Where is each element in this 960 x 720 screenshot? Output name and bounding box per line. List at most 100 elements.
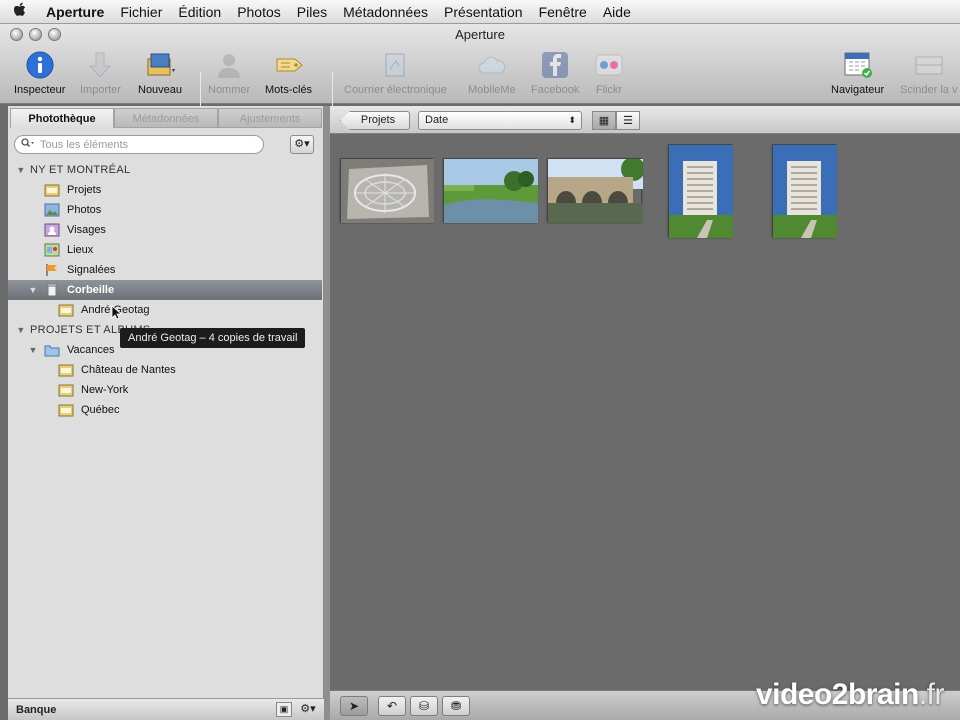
stone-bridge-image (548, 157, 645, 223)
library-sidebar: Photothèque Métadonnées Ajustements ⚙▾ ▼… (8, 106, 324, 720)
sidebar-item-chateau-de-nantes[interactable]: Château de Nantes (8, 360, 322, 380)
email-button[interactable]: Courrier électronique (344, 50, 447, 96)
menu-aide[interactable]: Aide (595, 4, 639, 20)
apple-menu-icon[interactable] (0, 2, 40, 22)
disclosure-triangle-icon[interactable]: ▼ (28, 285, 38, 295)
sort-value: Date (425, 114, 449, 126)
action-menu-button[interactable]: ⚙▾ (290, 135, 314, 154)
search-field[interactable] (14, 135, 264, 154)
back-to-projects-button[interactable]: Projets (340, 111, 410, 130)
sidebar-item-label: Château de Nantes (81, 364, 176, 376)
inspector-label: Inspecteur (14, 84, 66, 96)
flickr-icon (594, 50, 624, 80)
navigator-label: Navigateur (831, 84, 885, 96)
stamp-tool-icon[interactable]: ⛁ (410, 696, 438, 716)
sort-select[interactable]: Date ⬍ (418, 111, 582, 130)
project-box-icon (58, 383, 74, 397)
sidebar-item-trash[interactable]: ▼ Corbeille (8, 280, 322, 300)
keywords-label: Mots-clés (265, 84, 313, 96)
watermark-brand: video2brain (755, 678, 919, 711)
disclosure-triangle-icon[interactable]: ▼ (16, 165, 26, 175)
import-button[interactable]: Importer (80, 50, 121, 96)
view-mode-switch: ▦ ☰ (592, 111, 640, 130)
menu-piles[interactable]: Piles (289, 4, 335, 20)
lift-stamp-tool-icon[interactable]: ⛃ (442, 696, 470, 716)
apartment-tower-image (669, 145, 733, 238)
sidebar-item-label: Photos (67, 204, 102, 216)
sidebar-tabs: Photothèque Métadonnées Ajustements (10, 108, 322, 128)
library-header[interactable]: ▼ NY ET MONTRÉAL (8, 160, 322, 180)
flickr-label: Flickr (595, 84, 623, 96)
gear-icon: ⚙▾ (294, 138, 310, 150)
menu-edition[interactable]: Édition (170, 4, 229, 20)
rotate-tool-icon[interactable]: ↶ (378, 696, 406, 716)
sidebar-footer: Banque ▣ ⚙▾ (8, 698, 324, 720)
tag-icon (274, 50, 304, 80)
photo-thumbnail[interactable] (443, 158, 538, 223)
search-icon (21, 138, 35, 151)
sidebar-item-quebec[interactable]: Québec (8, 400, 322, 420)
menu-fichier[interactable]: Fichier (112, 4, 170, 20)
window-title: Aperture (455, 27, 505, 42)
navigator-button[interactable]: Navigateur (831, 50, 884, 96)
sidebar-item-places[interactable]: Lieux (8, 240, 322, 260)
search-input[interactable] (40, 138, 240, 151)
sidebar-item-label: Québec (81, 404, 120, 416)
sidebar-item-label: Visages (67, 224, 106, 236)
photo-thumbnail[interactable] (668, 144, 733, 238)
disclosure-triangle-icon[interactable]: ▼ (28, 345, 38, 355)
sidebar-item-projects[interactable]: Projets (8, 180, 322, 200)
import-label: Importer (80, 84, 121, 96)
sidebar-item-label: Lieux (67, 244, 94, 256)
project-box-icon (58, 403, 74, 417)
email-label: Courrier électronique (344, 84, 447, 96)
flickr-button[interactable]: Flickr (594, 50, 624, 96)
selection-tool-icon[interactable]: ➤ (340, 696, 368, 716)
mouse-cursor-icon (111, 305, 123, 323)
watermark-tld: .fr (918, 678, 945, 711)
sidebar-item-photos[interactable]: Photos (8, 200, 322, 220)
facebook-icon (540, 50, 570, 80)
menu-bar: Aperture Fichier Édition Photos Piles Mé… (0, 0, 960, 24)
grid-view-icon[interactable]: ▦ (592, 111, 616, 130)
name-faces-button[interactable]: Nommer (208, 50, 250, 96)
tab-library[interactable]: Photothèque (10, 108, 114, 128)
keywords-button[interactable]: Mots-clés (265, 50, 312, 96)
disclosure-triangle-icon[interactable]: ▼ (16, 325, 26, 335)
browser-pane: Projets Date ⬍ ▦ ☰ ➤ ↶ ⛁ ⛃ (330, 106, 960, 720)
vault-disk-icon[interactable]: ▣ (276, 702, 292, 717)
list-view-icon[interactable]: ☰ (616, 111, 640, 130)
sidebar-item-flagged[interactable]: Signalées (8, 260, 322, 280)
facebook-button[interactable]: Facebook (531, 50, 579, 96)
mobileme-button[interactable]: MobileMe (468, 50, 516, 96)
menu-fenetre[interactable]: Fenêtre (531, 4, 595, 20)
new-button[interactable]: Nouveau (138, 50, 182, 96)
mobileme-label: MobileMe (468, 84, 516, 96)
tab-adjustments[interactable]: Ajustements (218, 108, 322, 128)
menu-presentation[interactable]: Présentation (436, 4, 531, 20)
import-arrow-icon (85, 50, 115, 80)
gear-icon[interactable]: ⚙▾ (298, 702, 318, 717)
library-name: NY ET MONTRÉAL (30, 164, 131, 176)
sidebar-item-new-york[interactable]: New-York (8, 380, 322, 400)
project-box-icon (58, 303, 74, 317)
photo-thumbnail[interactable] (547, 157, 645, 223)
photo-thumbnail[interactable] (340, 158, 434, 223)
vault-label: Banque (16, 703, 57, 716)
tooltip: André Geotag – 4 copies de travail (120, 328, 306, 348)
menu-photos[interactable]: Photos (229, 4, 289, 20)
menu-aperture[interactable]: Aperture (40, 4, 112, 20)
photo-thumbnail[interactable] (772, 144, 837, 238)
sidebar-item-andre-geotag[interactable]: André Geotag (8, 300, 322, 320)
new-label: Nouveau (138, 84, 183, 96)
new-project-icon (145, 50, 176, 80)
menu-metadonnees[interactable]: Métadonnées (335, 4, 436, 20)
inspector-button[interactable]: Inspecteur (14, 50, 65, 96)
split-view-button[interactable]: Scinder la v (900, 50, 957, 96)
sidebar-item-faces[interactable]: Visages (8, 220, 322, 240)
project-box-icon (58, 363, 74, 377)
browser-toolbar: Projets Date ⬍ ▦ ☰ (330, 106, 960, 134)
split-view-icon (914, 50, 944, 80)
tab-metadata[interactable]: Métadonnées (114, 108, 218, 128)
updown-arrow-icon: ⬍ (568, 115, 576, 125)
